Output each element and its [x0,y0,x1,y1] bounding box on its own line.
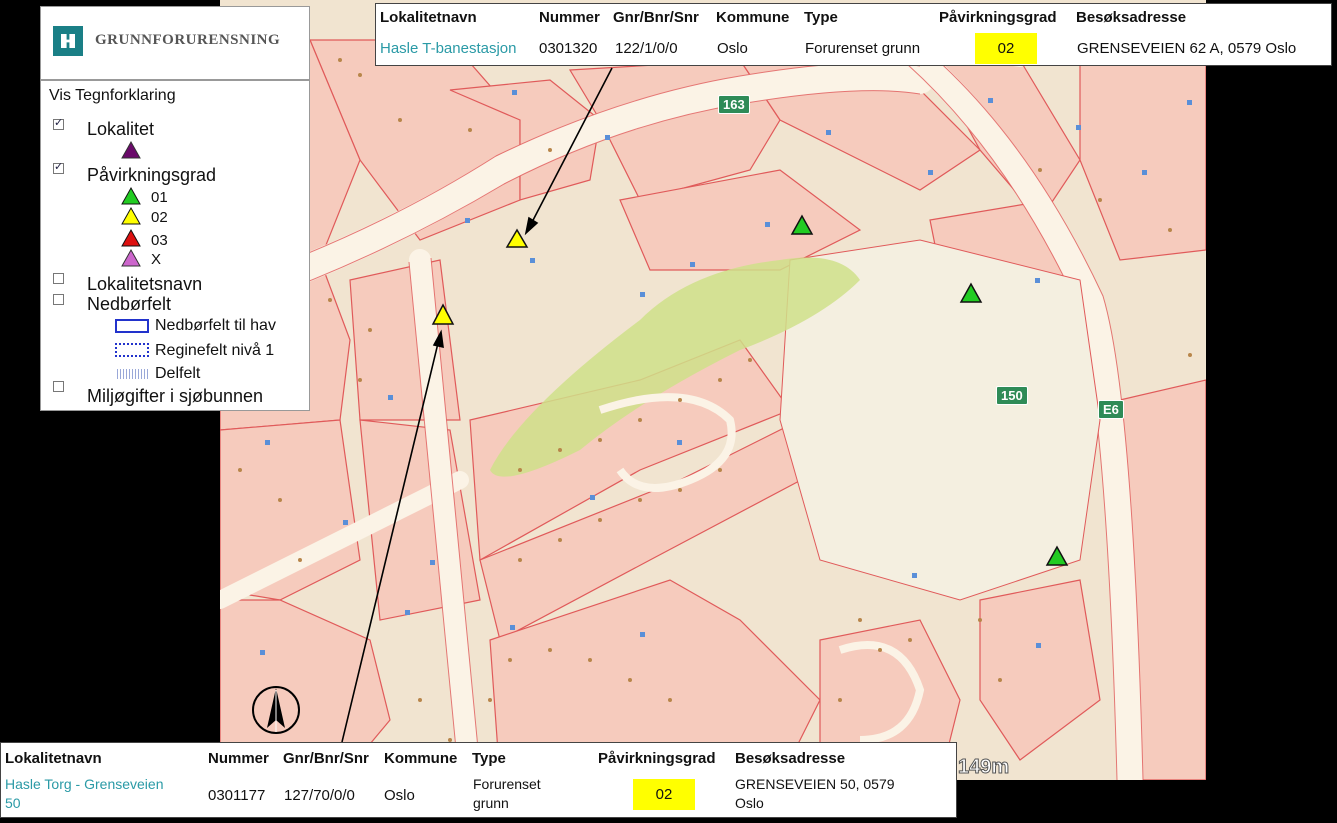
road-label-e6: E6 [1098,400,1124,419]
miljogifter-label: Miljøgifter i sjøbunnen [87,386,264,406]
grade-badge: 02 [633,779,695,810]
pavirkningsgrad-label: Påvirkningsgrad [87,165,217,185]
map-view[interactable]: 163 150 E6 149m [220,0,1206,780]
scale-label: 149m [957,756,1010,779]
header-gnr: Gnr/Bnr/Snr [613,9,699,26]
delfelt-label: Delfelt [155,365,201,382]
header-kommune: Kommune [384,750,458,767]
miljogifter-checkbox[interactable] [53,381,64,392]
legend-title[interactable]: Vis Tegnforklaring [49,87,176,105]
header-lokalitetnavn: Lokalitetnavn [380,9,477,26]
brand-name: GRUNNFORURENSNING [95,32,281,48]
nummer-value: 0301320 [539,40,598,57]
kommune-value: Oslo [384,787,415,804]
type-value: Forurenset grunn [805,40,921,57]
kommune-value: Oslo [717,40,748,57]
pavirkningsgrad-checkbox[interactable] [53,160,64,174]
nummer-value: 0301177 [208,787,266,804]
lokalitet-name-link[interactable]: Hasle Torg - Grenseveien [5,776,163,792]
reginefelt-label: Reginefelt nivå 1 [155,342,275,359]
lokalitet-label: Lokalitet [87,119,155,139]
delfelt-swatch-icon [117,369,149,379]
grade-03-label: 03 [151,232,168,249]
header-nummer: Nummer [208,750,269,767]
type-value-line2: grunn [473,795,509,811]
gnr-value: 127/70/0/0 [284,787,355,804]
lokalitet-name-link-line2[interactable]: 50 [5,795,21,811]
header-pavirkningsgrad: Påvirkningsgrad [939,9,1057,26]
type-value: Forurenset [473,776,541,792]
lokalitetsnavn-label: Lokalitetsnavn [87,274,203,294]
lokalitet-name-link[interactable]: Hasle T-banestasjon [380,40,516,57]
map-canvas[interactable] [220,0,1206,780]
grade-03-triangle-icon [121,229,141,247]
grade-badge: 02 [975,33,1037,64]
grunnforurensning-logo-icon [53,26,83,56]
header-gnr: Gnr/Bnr/Snr [283,750,369,767]
nedborfelt-label: Nedbørfelt [87,294,172,314]
bottom-info-box: Lokalitetnavn Nummer Gnr/Bnr/Snr Kommune… [0,742,957,818]
header-pavirkningsgrad: Påvirkningsgrad [598,750,716,767]
header-lokalitetnavn: Lokalitetnavn [5,750,102,767]
grade-x-triangle-icon [121,249,141,267]
adresse-value: GRENSEVEIEN 62 A, 0579 Oslo [1077,40,1297,57]
nedborfelt-hav-swatch-icon [115,319,149,333]
header-type: Type [804,9,838,26]
header-type: Type [472,750,506,767]
road-label-150: 150 [996,386,1028,405]
grade-02-triangle-icon [121,207,141,225]
grade-01-label: 01 [151,189,168,206]
adresse-value-line2: Oslo [735,795,764,811]
grade-01-triangle-icon [121,187,141,205]
gnr-value: 122/1/0/0 [615,40,678,57]
grade-02-label: 02 [151,209,168,226]
adresse-value: GRENSEVEIEN 50, 0579 [735,776,895,792]
header-nummer: Nummer [539,9,600,26]
lokalitetsnavn-checkbox[interactable] [53,273,64,284]
brand-panel: GRUNNFORURENSNING [40,6,310,80]
lokalitet-checkbox[interactable] [53,116,64,130]
header-besoksadresse: Besøksadresse [1076,9,1187,26]
top-info-box: Lokalitetnavn Nummer Gnr/Bnr/Snr Kommune… [375,3,1332,66]
header-besoksadresse: Besøksadresse [735,750,846,767]
road-label-163: 163 [718,95,750,114]
header-kommune: Kommune [716,9,790,26]
nedborfelt-checkbox[interactable] [53,294,64,305]
reginefelt-swatch-icon [115,343,149,357]
legend-panel: Vis Tegnforklaring Lokalitet Påvirknings… [40,80,310,411]
lokalitet-triangle-icon [121,141,141,159]
nedborfelt-hav-label: Nedbørfelt til hav [155,317,276,334]
grade-x-label: X [151,251,162,268]
